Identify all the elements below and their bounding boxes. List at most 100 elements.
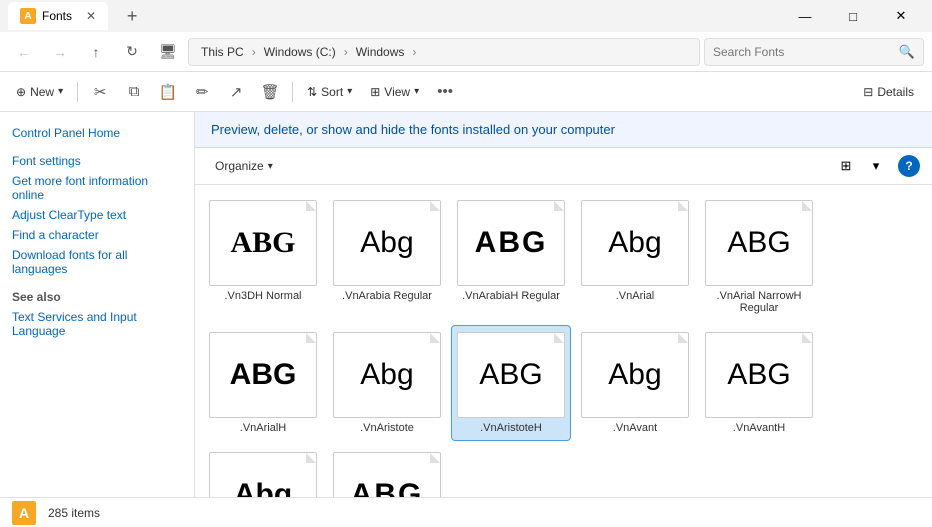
sidebar-see-also-section: See also Text Services and Input Languag… — [8, 290, 186, 340]
fonts-tab-label: Fonts — [42, 9, 72, 23]
content-header-text: Preview, delete, or show and hide the fo… — [211, 122, 615, 137]
font-name: .VnArabia Regular — [342, 290, 432, 302]
delete-button[interactable]: 🗑 — [254, 78, 286, 106]
sort-button[interactable]: ⇅ Sort ▾ — [299, 78, 360, 106]
font-item[interactable]: ABG .VnArial NarrowH Regular — [699, 193, 819, 321]
font-name: .VnAvantH — [733, 422, 785, 434]
fonts-tab[interactable]: A Fonts ✕ — [8, 2, 108, 30]
close-tab-icon[interactable]: ✕ — [86, 9, 96, 23]
back-button[interactable]: ← — [8, 38, 40, 66]
sidebar-item-get-more-fonts[interactable]: Get more font information online — [8, 172, 186, 204]
font-item[interactable]: Abg .VnAvant — [575, 325, 695, 441]
font-preview-text: ABG — [351, 478, 424, 497]
font-item[interactable]: ABG .VnAristoteH — [451, 325, 571, 441]
sidebar-item-font-settings[interactable]: Font settings — [8, 152, 186, 170]
toolbar-separator-2 — [292, 82, 293, 102]
minimize-button[interactable]: — — [782, 0, 828, 32]
forward-button[interactable]: → — [44, 38, 76, 66]
font-item[interactable]: Abg .VnArial — [575, 193, 695, 321]
content-header: Preview, delete, or show and hide the fo… — [195, 112, 932, 148]
sidebar-item-cleartype[interactable]: Adjust ClearType text — [8, 206, 186, 224]
sort-chevron-icon: ▾ — [347, 86, 352, 97]
font-preview-text: ABG — [479, 358, 542, 392]
font-preview: ABG — [333, 452, 441, 497]
path-this-pc[interactable]: This PC — [197, 43, 248, 61]
font-name: .VnArial NarrowH Regular — [706, 290, 812, 314]
font-preview-text: ABG — [727, 358, 790, 392]
font-preview: Abg — [333, 332, 441, 418]
view-toggle-grid-button[interactable]: ⊞ — [832, 154, 860, 178]
font-item[interactable]: Abg .VnAristote — [327, 325, 447, 441]
font-preview-text: ABG — [727, 226, 790, 260]
cut-button[interactable]: ✂ — [84, 78, 116, 106]
font-name: .VnAristote — [360, 422, 414, 434]
font-grid: ABG .Vn3DH Normal Abg .VnArabia Regular … — [195, 185, 932, 497]
details-icon: ⊟ — [863, 85, 873, 99]
font-name: .VnArialH — [240, 422, 286, 434]
font-item[interactable]: ABG .VnArabiaH Regular — [451, 193, 571, 321]
new-button[interactable]: ⊕ New ▾ — [8, 78, 71, 106]
title-bar: A Fonts ✕ + — □ ✕ — [0, 0, 932, 32]
font-preview-text: Abg — [608, 226, 661, 260]
font-item[interactable]: ABG .VnBahamasBH — [327, 445, 447, 497]
search-bar[interactable]: 🔍 — [704, 38, 924, 66]
toolbar: ⊕ New ▾ ✂ ⧉ 📋 ✏ ↗ 🗑 ⇅ Sort ▾ ⊞ View ▾ ••… — [0, 72, 932, 112]
font-name: .VnArabiaH Regular — [462, 290, 560, 302]
font-preview: ABG — [705, 332, 813, 418]
refresh-button[interactable]: ↻ — [116, 38, 148, 66]
path-windows-c[interactable]: Windows (C:) — [260, 43, 340, 61]
path-windows[interactable]: Windows — [352, 43, 409, 61]
font-preview: ABG — [209, 200, 317, 286]
font-preview-text: ABG — [230, 358, 297, 392]
path-bar: This PC › Windows (C:) › Windows › — [188, 38, 700, 66]
main-layout: Control Panel Home Font settings Get mor… — [0, 112, 932, 497]
organize-button[interactable]: Organize ▾ — [207, 154, 281, 178]
font-item[interactable]: Abg .VnBahamasB — [203, 445, 323, 497]
font-preview: Abg — [581, 200, 689, 286]
sidebar: Control Panel Home Font settings Get mor… — [0, 112, 195, 497]
font-name: .VnAvant — [613, 422, 657, 434]
rename-button[interactable]: ✏ — [186, 78, 218, 106]
title-bar-left: A Fonts ✕ + — [8, 2, 148, 30]
content-area: Preview, delete, or show and hide the fo… — [195, 112, 932, 497]
sidebar-item-download-fonts[interactable]: Download fonts for all languages — [8, 246, 186, 278]
search-input[interactable] — [713, 45, 893, 59]
font-preview: ABG — [209, 332, 317, 418]
help-button[interactable]: ? — [898, 155, 920, 177]
view-toggle-chevron-button[interactable]: ▾ — [862, 154, 890, 178]
details-button[interactable]: ⊟ Details — [853, 78, 924, 106]
copy-button[interactable]: ⧉ — [118, 78, 150, 106]
font-preview-text: Abg — [360, 226, 413, 260]
sidebar-item-text-services[interactable]: Text Services and Input Language — [8, 308, 186, 340]
font-name: .VnAristoteH — [480, 422, 542, 434]
new-tab-button[interactable]: + — [116, 2, 148, 30]
view-toggle: ⊞ ▾ — [832, 154, 890, 178]
font-preview-text: Abg — [234, 478, 292, 497]
share-button[interactable]: ↗ — [220, 78, 252, 106]
up-button[interactable]: ↑ — [80, 38, 112, 66]
status-bar: A 285 items — [0, 497, 932, 527]
font-item[interactable]: ABG .VnAvantH — [699, 325, 819, 441]
location-button[interactable]: 🖥 — [152, 38, 184, 66]
font-item[interactable]: Abg .VnArabia Regular — [327, 193, 447, 321]
font-preview: ABG — [457, 332, 565, 418]
sidebar-item-find-character[interactable]: Find a character — [8, 226, 186, 244]
close-button[interactable]: ✕ — [878, 0, 924, 32]
new-chevron-icon: ▾ — [58, 86, 63, 97]
maximize-button[interactable]: □ — [830, 0, 876, 32]
font-name: .VnArial — [616, 290, 655, 302]
font-item[interactable]: ABG .Vn3DH Normal — [203, 193, 323, 321]
window-controls: — □ ✕ — [782, 0, 924, 32]
font-item[interactable]: ABG .VnArialH — [203, 325, 323, 441]
font-preview: ABG — [705, 200, 813, 286]
font-preview-text: Abg — [360, 358, 413, 392]
more-button[interactable]: ••• — [429, 78, 461, 106]
view-button[interactable]: ⊞ View ▾ — [362, 78, 427, 106]
paste-button[interactable]: 📋 — [152, 78, 184, 106]
sidebar-item-control-panel-home[interactable]: Control Panel Home — [8, 124, 186, 142]
sidebar-section-main: Control Panel Home Font settings Get mor… — [8, 124, 186, 278]
font-preview: Abg — [209, 452, 317, 497]
sort-icon: ⇅ — [307, 85, 317, 99]
toolbar-separator-1 — [77, 82, 78, 102]
search-icon: 🔍 — [899, 44, 915, 60]
